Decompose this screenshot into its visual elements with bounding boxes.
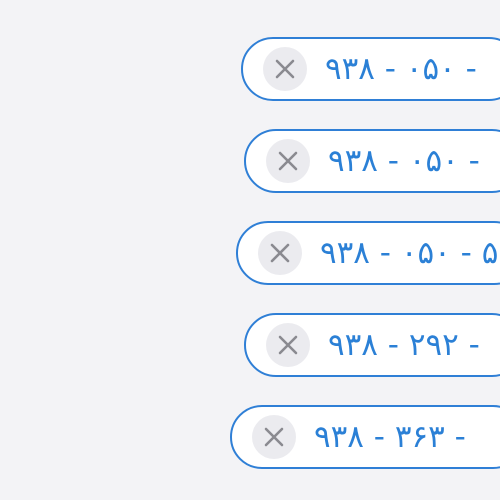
chip-label-1: ۹۳۸ - ۰۵۰ - bbox=[325, 51, 477, 87]
chip-remove-button-4[interactable] bbox=[266, 323, 310, 367]
chip-remove-button-3[interactable] bbox=[258, 231, 302, 275]
phone-chip-4[interactable]: ۹۳۸ - ۲۹۲ - bbox=[244, 313, 500, 377]
chip-remove-button-1[interactable] bbox=[263, 47, 307, 91]
close-icon bbox=[270, 243, 290, 263]
close-icon bbox=[278, 151, 298, 171]
chip-label-4: ۹۳۸ - ۲۹۲ - bbox=[328, 327, 480, 363]
phone-chip-3[interactable]: ۹۳۸ - ۰۵۰ - ۵ bbox=[236, 221, 500, 285]
close-icon bbox=[278, 335, 298, 355]
chip-label-5: ۹۳۸ - ۳۶۳ - bbox=[314, 419, 466, 455]
chip-remove-button-5[interactable] bbox=[252, 415, 296, 459]
close-icon bbox=[264, 427, 284, 447]
phone-chip-1[interactable]: ۹۳۸ - ۰۵۰ - bbox=[241, 37, 500, 101]
chip-remove-button-2[interactable] bbox=[266, 139, 310, 183]
chip-label-2: ۹۳۸ - ۰۵۰ - bbox=[328, 143, 480, 179]
phone-chip-list: ۹۳۸ - ۰۵۰ - ۹۳۸ - ۰۵۰ - ۹۳۸ - ۰۵۰ - ۵ ۹۳… bbox=[0, 0, 500, 500]
close-icon bbox=[275, 59, 295, 79]
phone-chip-5[interactable]: ۹۳۸ - ۳۶۳ - bbox=[230, 405, 500, 469]
phone-chip-2[interactable]: ۹۳۸ - ۰۵۰ - bbox=[244, 129, 500, 193]
chip-label-3: ۹۳۸ - ۰۵۰ - ۵ bbox=[320, 235, 499, 271]
